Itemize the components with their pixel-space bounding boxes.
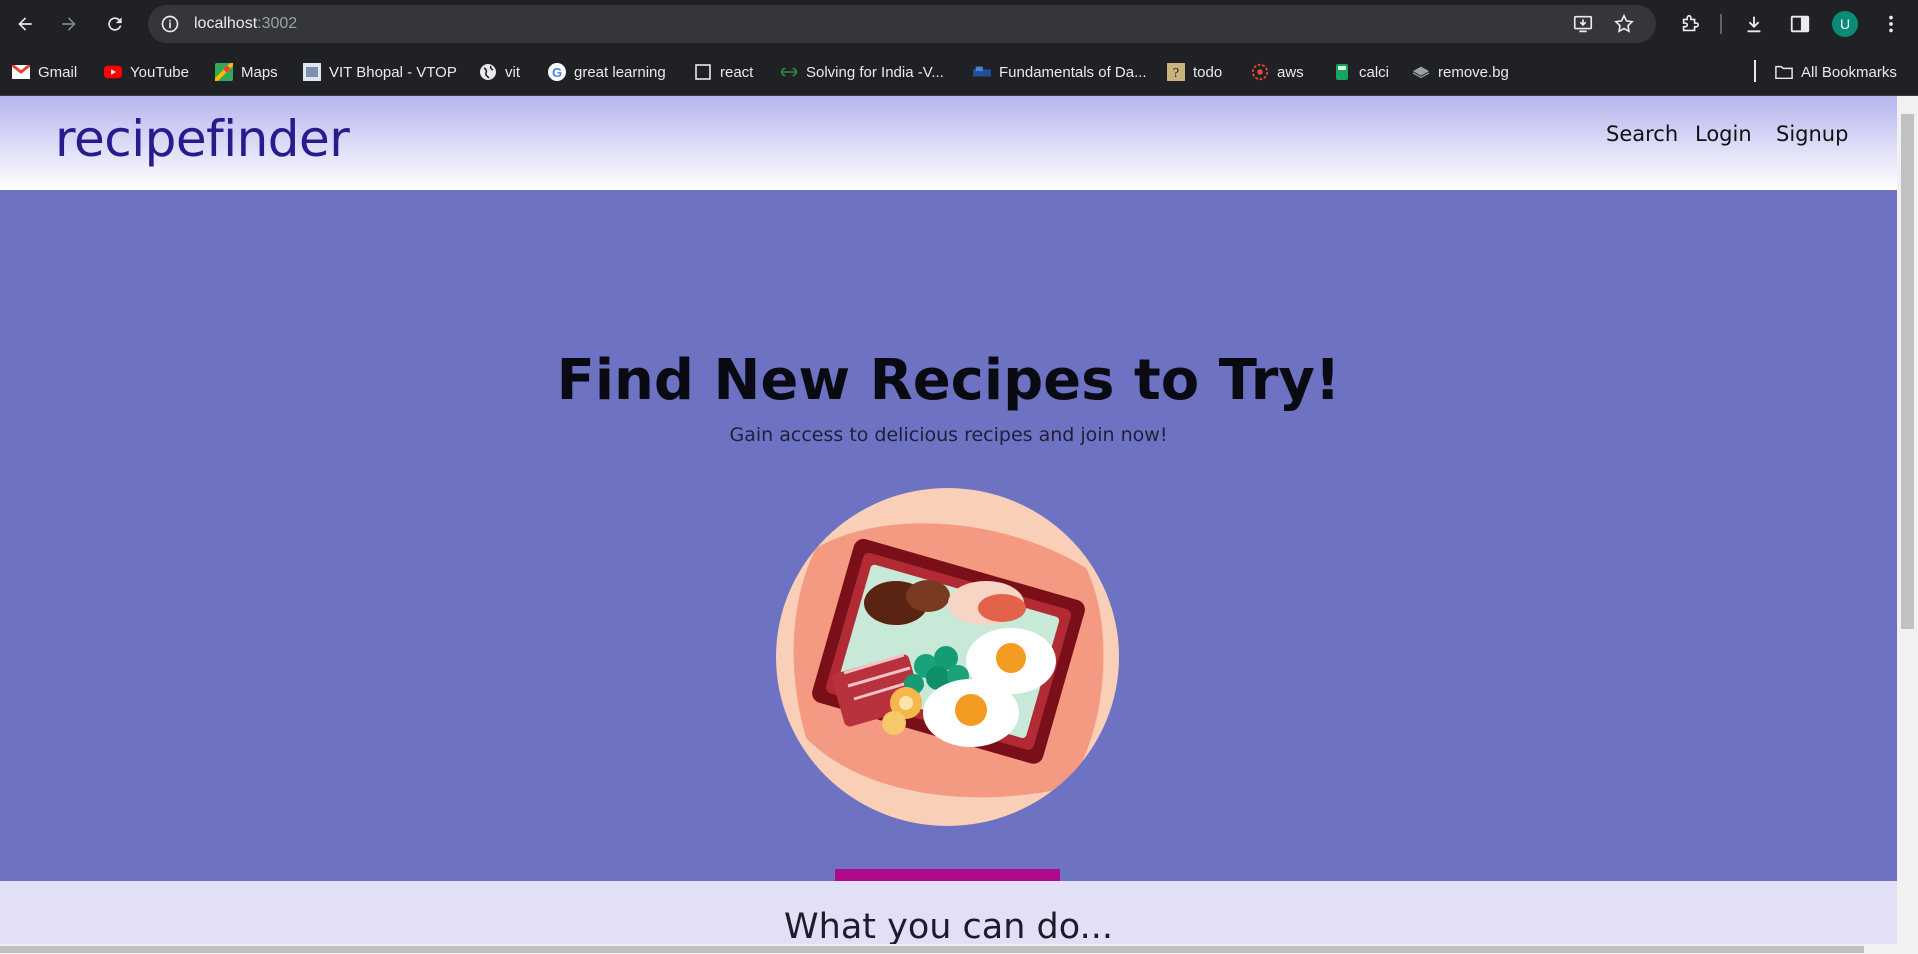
all-bookmarks-button[interactable]: All Bookmarks (1775, 60, 1897, 84)
horizontal-scrollbar[interactable] (0, 944, 1918, 954)
info-icon[interactable] (158, 12, 182, 36)
course-icon (973, 63, 991, 81)
bookmark-label: Solving for India -V... (806, 63, 944, 81)
install-app-icon[interactable] (1571, 12, 1595, 36)
puzzle-icon[interactable] (1676, 10, 1704, 38)
bookmark-aws[interactable]: aws (1251, 60, 1304, 84)
google-icon: G (548, 63, 566, 81)
bookmark-label: calci (1359, 63, 1390, 81)
bookmark-label: aws (1277, 63, 1304, 81)
svg-text:?: ? (1173, 66, 1179, 80)
bookmark-label: Gmail (38, 63, 78, 81)
bookmarks-divider (1754, 60, 1756, 82)
bookmark-remove-bg[interactable]: remove.bg (1412, 60, 1509, 84)
bookmark-label: Fundamentals of Da... (999, 63, 1147, 81)
bookmark-label: remove.bg (1438, 63, 1509, 81)
aws-icon (1251, 63, 1269, 81)
todo-icon: ? (1167, 63, 1185, 81)
nav-signup-link[interactable]: Signup (1776, 122, 1848, 146)
bookmark-label: todo (1193, 63, 1223, 81)
bookmark-youtube[interactable]: YouTube (104, 60, 189, 84)
bookmark-label: VIT Bhopal - VTOP (329, 63, 457, 81)
forward-button[interactable] (53, 8, 85, 40)
arrow-right-icon (62, 17, 76, 31)
bookmark-react[interactable]: react (694, 60, 753, 84)
address-bar[interactable]: localhost:3002 (148, 5, 1656, 43)
url-port: :3002 (257, 15, 298, 32)
gmail-icon (12, 63, 30, 81)
page-icon (694, 63, 712, 81)
bookmark-vit[interactable]: vit (479, 60, 520, 84)
hero-section: Find New Recipes to Try! Gain access to … (0, 190, 1897, 932)
kebab-menu-icon[interactable] (1877, 10, 1905, 38)
calci-icon (1333, 63, 1351, 81)
scrollbar-thumb[interactable] (0, 946, 1864, 953)
site-brand[interactable]: recipefinder (55, 110, 350, 168)
youtube-icon (104, 63, 122, 81)
bookmark-label: great learning (574, 63, 666, 81)
bookmark-label: react (720, 63, 754, 81)
download-icon[interactable] (1740, 10, 1768, 38)
browser-toolbar: localhost:3002 U (0, 0, 1918, 48)
bookmark-todo[interactable]: ? todo (1167, 60, 1222, 84)
reload-button[interactable] (99, 8, 131, 40)
hero-title: Find New Recipes to Try! (556, 348, 1341, 413)
site-header: recipefinder Search Login Signup (0, 96, 1897, 190)
gfg-icon (780, 63, 798, 81)
removebg-icon (1412, 63, 1430, 81)
bookmark-great-learning[interactable]: G great learning (548, 60, 666, 84)
web-page: recipefinder Search Login Signup Find Ne… (0, 96, 1897, 944)
bookmark-label: Maps (241, 63, 278, 81)
globe-icon (479, 63, 497, 81)
vtop-icon (303, 63, 321, 81)
bookmark-vtop[interactable]: VIT Bhopal - VTOP (303, 60, 457, 84)
arrow-left-icon (18, 17, 32, 31)
reload-icon (108, 17, 122, 31)
profile-avatar[interactable]: U (1832, 11, 1858, 37)
star-icon[interactable] (1612, 12, 1636, 36)
side-panel-icon[interactable] (1786, 10, 1814, 38)
all-bookmarks-label: All Bookmarks (1801, 63, 1897, 81)
bookmark-solving-for-india[interactable]: Solving for India -V... (780, 60, 944, 84)
breakfast-plate-illustration (776, 488, 1119, 826)
vertical-scrollbar[interactable] (1897, 96, 1918, 944)
svg-text:G: G (552, 65, 562, 80)
url-host: localhost (194, 15, 258, 32)
folder-icon (1775, 63, 1793, 81)
bookmark-gmail[interactable]: Gmail (12, 60, 77, 84)
scrollbar-thumb[interactable] (1901, 114, 1914, 629)
url-text[interactable]: localhost:3002 (194, 15, 297, 33)
bookmark-label: YouTube (130, 63, 189, 81)
bookmark-maps[interactable]: Maps (215, 60, 278, 84)
nav-login-link[interactable]: Login (1695, 122, 1752, 146)
features-section: What you can do... (0, 881, 1897, 944)
bookmark-calci[interactable]: calci (1333, 60, 1389, 84)
nav-search-link[interactable]: Search (1606, 122, 1678, 146)
back-button[interactable] (9, 8, 41, 40)
bookmark-fundamentals[interactable]: Fundamentals of Da... (973, 60, 1147, 84)
features-heading: What you can do... (784, 907, 1113, 944)
toolbar-divider (1720, 14, 1722, 34)
maps-icon (215, 63, 233, 81)
hero-subtitle: Gain access to delicious recipes and joi… (729, 424, 1168, 446)
bookmarks-bar: Gmail YouTube Maps VIT Bhopal - VTOP vit… (0, 48, 1918, 96)
bookmark-label: vit (505, 63, 520, 81)
